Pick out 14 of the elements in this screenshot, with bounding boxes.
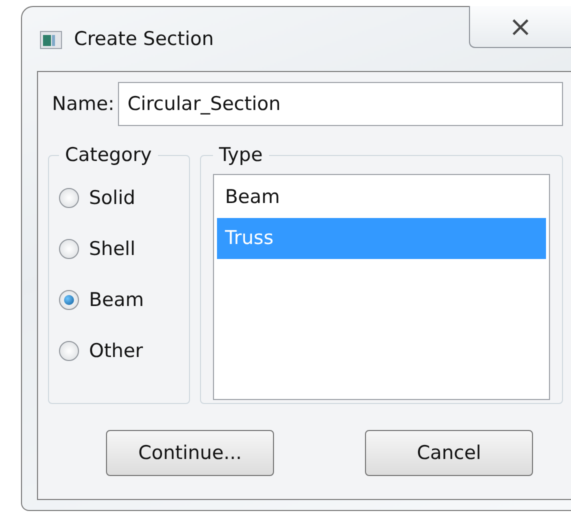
close-button[interactable]: × bbox=[469, 6, 571, 48]
list-item[interactable]: Beam bbox=[217, 177, 546, 218]
name-field[interactable]: Circular_Section bbox=[118, 82, 563, 126]
radio-option[interactable]: Solid bbox=[59, 172, 179, 223]
name-label: Name: bbox=[51, 93, 114, 115]
type-legend: Type bbox=[213, 144, 269, 166]
window-title: Create Section bbox=[74, 28, 214, 50]
continue-button[interactable]: Continue... bbox=[106, 430, 274, 476]
category-legend: Category bbox=[59, 144, 158, 166]
radio-option[interactable]: Shell bbox=[59, 223, 179, 274]
window-icon bbox=[40, 31, 62, 49]
radio-option[interactable]: Beam bbox=[59, 274, 179, 325]
radio-option[interactable]: Other bbox=[59, 325, 179, 376]
cancel-button[interactable]: Cancel bbox=[365, 430, 533, 476]
